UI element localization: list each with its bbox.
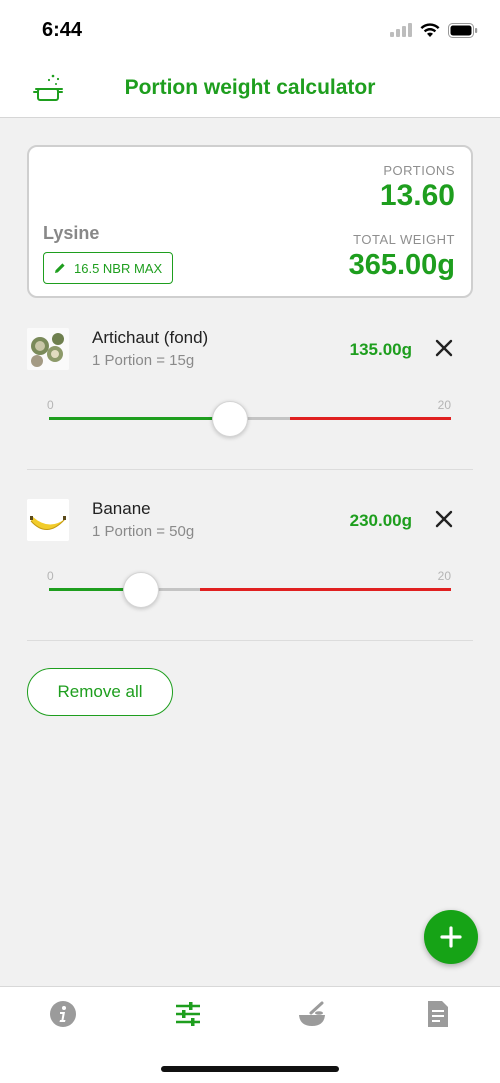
wifi-icon bbox=[420, 22, 440, 37]
slider-track-over-limit bbox=[199, 588, 451, 591]
status-time: 6:44 bbox=[42, 19, 83, 41]
artichoke-image bbox=[27, 328, 69, 370]
pencil-icon bbox=[55, 263, 65, 273]
page-title: Portion weight calculator bbox=[124, 76, 376, 99]
slider-thumb[interactable] bbox=[123, 572, 160, 608]
food-name: Artichaut (fond) bbox=[92, 328, 209, 347]
slider-track-filled bbox=[49, 417, 230, 420]
add-food-button[interactable] bbox=[424, 910, 478, 964]
total-weight-label: TOTAL WEIGHT bbox=[353, 232, 455, 247]
sliders-icon bbox=[176, 1002, 200, 1026]
cellular-signal-icon bbox=[390, 23, 412, 37]
portions-label: PORTIONS bbox=[383, 163, 455, 178]
slider-min-label: 0 bbox=[47, 398, 54, 412]
remove-all-button[interactable]: Remove all bbox=[27, 668, 173, 716]
tab-info[interactable] bbox=[48, 999, 78, 1029]
food-item: Artichaut (fond) 1 Portion = 15g 135.00g… bbox=[0, 328, 500, 498]
food-item: Banane 1 Portion = 50g 230.00g 0 20 bbox=[0, 499, 500, 669]
portion-size: 1 Portion = 15g bbox=[92, 352, 195, 369]
portion-size: 1 Portion = 50g bbox=[92, 523, 195, 540]
food-name: Banane bbox=[92, 499, 151, 518]
portion-slider[interactable]: 0 20 bbox=[47, 569, 451, 609]
remove-item-button[interactable] bbox=[432, 507, 456, 531]
slider-min-label: 0 bbox=[47, 569, 54, 583]
food-weight: 135.00g bbox=[349, 340, 412, 359]
summary-card: PORTIONS 13.60 Lysine TOTAL WEIGHT 365.0… bbox=[27, 145, 473, 298]
limit-label: 16.5 NBR MAX bbox=[74, 260, 163, 276]
tab-recipes[interactable] bbox=[297, 999, 327, 1029]
slider-track-over-limit bbox=[290, 417, 451, 420]
total-weight-value: 365.00g bbox=[348, 249, 455, 281]
status-icons bbox=[390, 20, 478, 40]
remove-item-button[interactable] bbox=[432, 336, 456, 360]
status-bar: 6:44 bbox=[0, 0, 500, 60]
plus-icon bbox=[440, 926, 462, 948]
portion-slider[interactable]: 0 20 bbox=[47, 398, 451, 438]
tab-calculator[interactable] bbox=[173, 999, 203, 1029]
nutrient-name: Lysine bbox=[43, 223, 100, 243]
banana-image bbox=[27, 499, 69, 541]
close-icon bbox=[435, 510, 453, 528]
document-icon bbox=[428, 1001, 448, 1027]
divider bbox=[27, 640, 473, 641]
edit-limit-button[interactable]: 16.5 NBR MAX bbox=[43, 252, 174, 284]
home-indicator bbox=[161, 1066, 339, 1072]
divider bbox=[27, 469, 473, 470]
food-weight: 230.00g bbox=[349, 511, 412, 530]
slider-thumb[interactable] bbox=[211, 401, 248, 437]
slider-max-label: 20 bbox=[437, 569, 451, 583]
battery-icon bbox=[448, 22, 478, 38]
close-icon bbox=[435, 339, 453, 357]
slider-max-label: 20 bbox=[437, 398, 451, 412]
app-header: Portion weight calculator bbox=[0, 60, 500, 118]
tab-documents[interactable] bbox=[423, 999, 453, 1029]
info-icon bbox=[50, 1001, 76, 1027]
mixing-bowl-icon bbox=[299, 1001, 325, 1026]
portions-value: 13.60 bbox=[379, 179, 455, 212]
